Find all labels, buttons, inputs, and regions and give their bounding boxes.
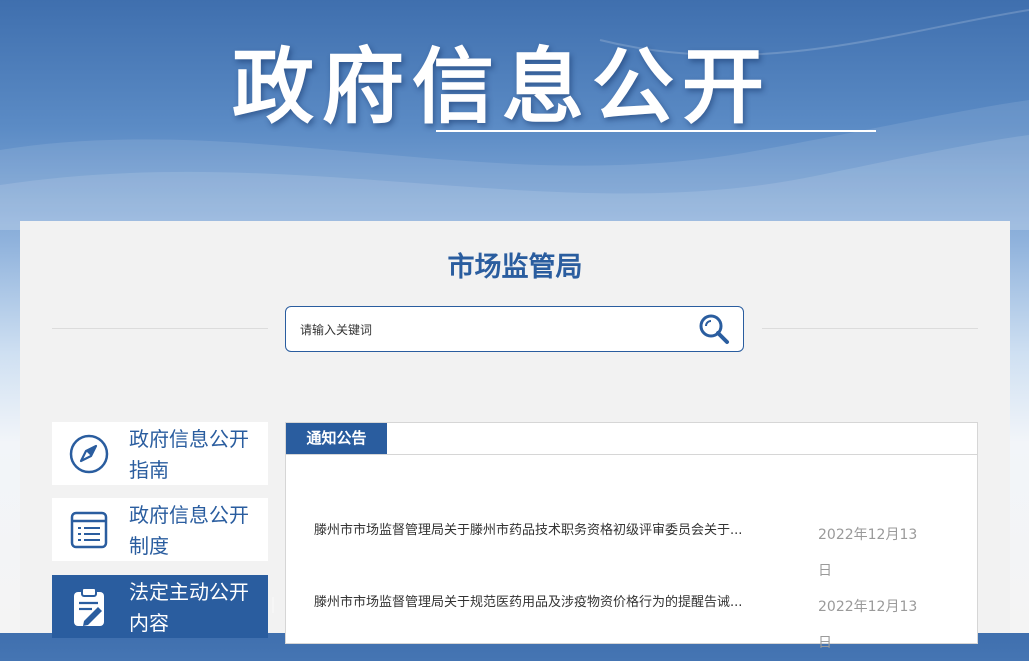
document-list-icon <box>70 511 108 549</box>
sidebar-item-guide[interactable]: 政府信息公开指南 <box>52 422 268 485</box>
news-title-link[interactable]: 滕州市市场监督管理局关于规范医药用品及涉疫物资价格行为的提醒告诫... <box>314 591 792 610</box>
sidebar-item-system[interactable]: 政府信息公开制度 <box>52 498 268 561</box>
clipboard-edit-icon <box>74 587 104 626</box>
tab-underline <box>286 454 977 455</box>
divider-left <box>52 328 268 329</box>
notice-panel: 通知公告 滕州市市场监督管理局关于滕州市药品技术职务资格初级评审委员会关于...… <box>285 422 978 651</box>
divider-right <box>762 328 978 329</box>
tab-notice[interactable]: 通知公告 <box>286 423 387 454</box>
search-box <box>285 306 744 352</box>
department-name: 市场监管局 <box>447 252 583 283</box>
news-date: 2022年12月13日 <box>818 599 918 651</box>
sidebar-item-statutory-content[interactable]: 法定主动公开内容 <box>52 575 274 638</box>
banner-title: 政府信息公开 <box>232 40 773 135</box>
sidebar-item-label: 政府信息公开制度 <box>129 503 249 558</box>
news-date: 2022年12月13日 <box>818 527 918 579</box>
main-panel: 市场监管局 政府信息公开指南 <box>20 221 1010 651</box>
header-banner: 政府信息公开 <box>0 0 1029 230</box>
compass-icon <box>69 434 109 474</box>
sidebar-item-label: 政府信息公开指南 <box>129 427 249 482</box>
active-indicator <box>272 597 274 613</box>
banner-underline <box>436 130 876 132</box>
news-title-link[interactable]: 滕州市市场监督管理局关于滕州市药品技术职务资格初级评审委员会关于... <box>314 519 792 538</box>
sidebar-item-label: 法定主动公开内容 <box>129 580 249 635</box>
search-input[interactable] <box>298 319 682 341</box>
search-button[interactable] <box>697 312 731 346</box>
search-icon <box>699 314 729 344</box>
